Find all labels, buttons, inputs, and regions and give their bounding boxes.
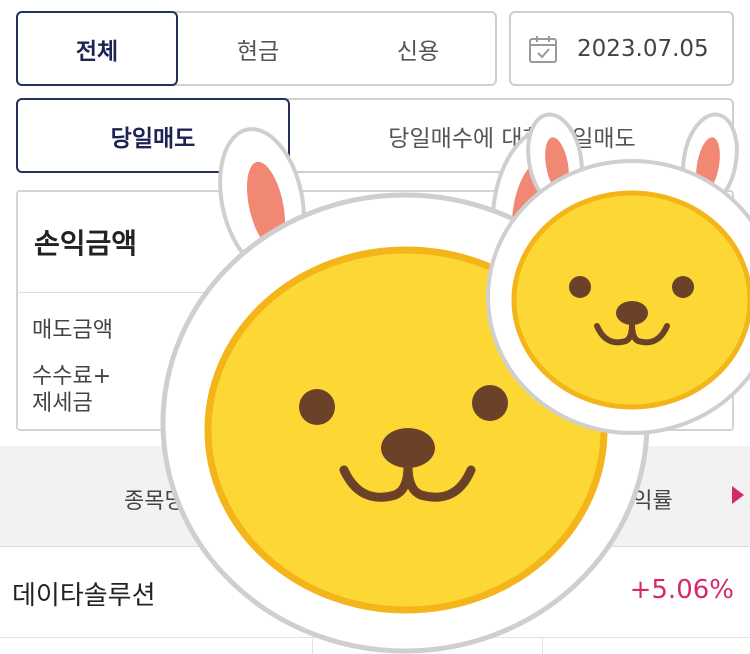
- date-picker[interactable]: 2023.07.05: [509, 11, 734, 86]
- summary-divider: [18, 292, 732, 293]
- column-divider: [312, 637, 313, 654]
- date-value: 2023.07.05: [577, 35, 709, 62]
- profit-summary-card: 손익금액 매도금액 수수료+ 제세금: [16, 190, 734, 431]
- profit-amount-title: 손익금액: [34, 227, 138, 260]
- header-stock-name: 종목명: [124, 489, 185, 514]
- sell-amount-label: 매도금액: [32, 318, 113, 343]
- table-row[interactable]: [0, 637, 750, 654]
- tab-same-day-sell[interactable]: 당일매도: [16, 98, 290, 173]
- header-return: 수익률: [612, 489, 673, 514]
- tab-same-day-buy-sell[interactable]: 당일매수에 대한 당일매도: [290, 100, 734, 171]
- triangle-right-icon[interactable]: [732, 486, 744, 504]
- column-divider: [542, 637, 543, 654]
- table-header: 종목명 수익률: [0, 446, 750, 547]
- fee-label-line1: 수수료+: [32, 364, 112, 389]
- table-row[interactable]: 데이타솔루션 +5.06%: [0, 547, 750, 638]
- return-rate: +5.06%: [629, 575, 734, 605]
- tab-all[interactable]: 전체: [16, 11, 178, 86]
- view-type-tabs: 당일매도 당일매수에 대한 당일매도: [16, 98, 734, 173]
- fee-label-line2: 제세금: [32, 391, 93, 416]
- calendar-icon: [529, 35, 557, 63]
- tab-credit[interactable]: 신용: [338, 13, 498, 84]
- stock-name: 데이타솔루션: [12, 581, 156, 611]
- account-type-tabs: 전체 현금 신용: [16, 11, 497, 86]
- tab-cash[interactable]: 현금: [178, 13, 338, 84]
